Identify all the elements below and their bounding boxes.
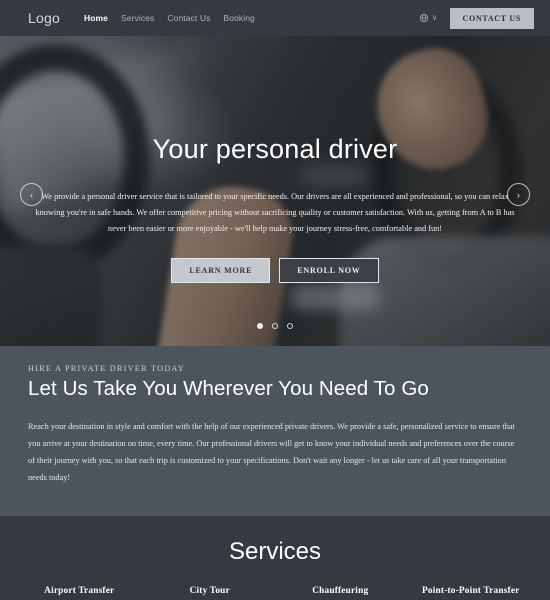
service-card-city-tour[interactable]: City Tour All services are available for… (145, 586, 276, 600)
carousel-prev-arrow-icon[interactable]: ‹ (20, 183, 43, 206)
hero-title: Your personal driver (152, 134, 398, 164)
services-title: Services (228, 538, 322, 565)
services-section: Services Airport Transfer All services a… (0, 516, 550, 600)
nav-item-services[interactable]: Services (121, 13, 154, 23)
contact-us-button[interactable]: CONTACT US (449, 7, 534, 29)
learn-more-button[interactable]: LEARN MORE (171, 257, 271, 283)
service-card-chauffeuring[interactable]: Chauffeuring All services are available … (275, 586, 406, 600)
nav-item-contact-us[interactable]: Contact Us (167, 13, 210, 23)
service-name: Point-to-Point Transfer (422, 586, 520, 596)
intro-title: Let Us Take You Wherever You Need To Go (28, 377, 429, 400)
hero-carousel: ‹ › Your personal driver We provide a pe… (0, 36, 550, 346)
service-card-airport-transfer[interactable]: Airport Transfer All services are availa… (14, 586, 145, 600)
services-grid: Airport Transfer All services are availa… (14, 586, 536, 600)
enroll-now-button[interactable]: ENROLL NOW (279, 257, 379, 283)
site-header: Logo Home Services Contact Us Booking ∨ … (0, 0, 550, 36)
header-actions: ∨ CONTACT US (419, 7, 534, 29)
main-nav: Home Services Contact Us Booking (84, 13, 255, 23)
nav-item-booking[interactable]: Booking (223, 13, 254, 23)
language-selector[interactable]: ∨ (419, 13, 438, 23)
service-card-point-to-point-transfer[interactable]: Point-to-Point Transfer All services are… (406, 586, 537, 600)
carousel-dot-1[interactable] (257, 323, 263, 329)
service-name: Airport Transfer (44, 586, 115, 596)
globe-icon (419, 13, 429, 23)
landing-page: Logo Home Services Contact Us Booking ∨ … (0, 0, 550, 600)
carousel-dot-3[interactable] (287, 323, 293, 329)
carousel-dot-2[interactable] (272, 323, 278, 329)
site-logo[interactable]: Logo (28, 10, 60, 26)
hero-content: Your personal driver We provide a person… (0, 134, 550, 283)
carousel-dots (0, 323, 550, 329)
service-name: Chauffeuring (312, 586, 369, 596)
intro-description: Reach your destination in style and comf… (28, 422, 515, 482)
hero-description: We provide a personal driver service tha… (35, 192, 515, 234)
intro-section: HIRE A PRIVATE DRIVER TODAY Let Us Take … (0, 346, 550, 516)
hero-button-group: LEARN MORE ENROLL NOW (34, 257, 516, 283)
chevron-down-icon: ∨ (431, 13, 438, 22)
carousel-next-arrow-icon[interactable]: › (507, 183, 530, 206)
nav-item-home[interactable]: Home (84, 13, 108, 23)
intro-kicker: HIRE A PRIVATE DRIVER TODAY (28, 364, 186, 373)
service-name: City Tour (189, 586, 230, 596)
